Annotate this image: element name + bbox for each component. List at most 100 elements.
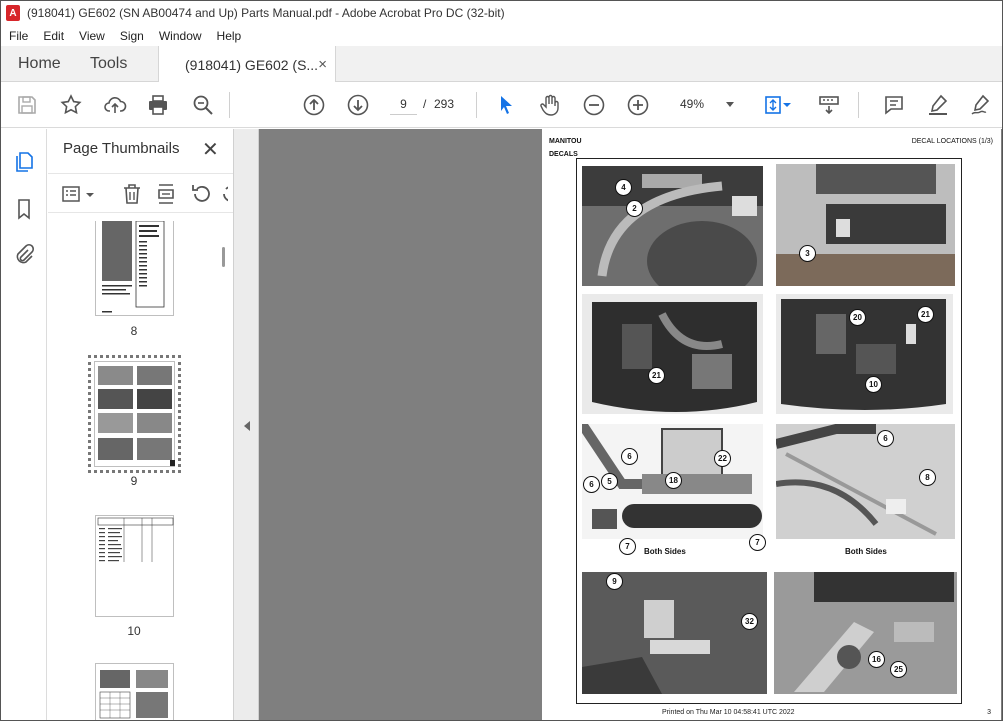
rotate-page-icon[interactable] — [189, 182, 213, 206]
sign-icon[interactable] — [969, 93, 993, 117]
page-header-right: DECAL LOCATIONS (1/3) — [911, 138, 993, 145]
caption-both-sides-left: Both Sides — [644, 547, 686, 556]
hand-icon[interactable] — [538, 93, 562, 117]
menu-file[interactable]: File — [3, 29, 34, 43]
caption-both-sides-right: Both Sides — [845, 547, 887, 556]
thumbnail-10-content — [97, 517, 174, 562]
menu-sign[interactable]: Sign — [114, 29, 150, 43]
thumbnail-page-11[interactable] — [95, 663, 174, 721]
thumbnail-label-8: 8 — [130, 324, 138, 338]
zoom-out-icon[interactable] — [582, 93, 606, 117]
zoom-in-icon[interactable] — [626, 93, 650, 117]
callout-18: 18 — [665, 472, 682, 489]
acrobat-icon: A — [6, 5, 20, 21]
callout-25: 25 — [890, 661, 907, 678]
title-bar: A (918041) GE602 (SN AB00474 and Up) Par… — [0, 0, 1003, 26]
toolbar — [0, 82, 1003, 128]
menu-edit[interactable]: Edit — [37, 29, 70, 43]
thumbnail-11-content — [99, 670, 168, 719]
thumbnail-8-content — [102, 220, 165, 313]
options-menu-icon[interactable] — [61, 182, 85, 206]
callout-32: 32 — [741, 613, 758, 630]
page-header-left: MANITOU — [549, 138, 582, 145]
callout-4: 4 — [615, 179, 632, 196]
highlight-icon[interactable] — [926, 93, 950, 117]
page-up-icon[interactable] — [302, 93, 326, 117]
callout-6-left: 6 — [583, 476, 600, 493]
thumbnail-toolbar — [48, 173, 233, 213]
page-number: 3 — [987, 709, 991, 716]
menu-window[interactable]: Window — [153, 29, 208, 43]
zoom-value: 49% — [680, 97, 705, 111]
menu-view[interactable]: View — [73, 29, 111, 43]
document-viewer[interactable]: MANITOU DECAL LOCATIONS (1/3) DECALS 4 2 — [259, 129, 1003, 721]
callout-3: 3 — [799, 245, 816, 262]
scroll-mode-icon[interactable] — [817, 93, 841, 117]
thumbnail-page-9[interactable] — [94, 361, 175, 467]
zoom-search-icon[interactable] — [191, 93, 215, 117]
bookmark-star-icon[interactable] — [59, 93, 83, 117]
callout-10: 10 — [865, 376, 882, 393]
fit-page-dropdown-icon[interactable] — [781, 93, 793, 117]
comment-icon[interactable] — [882, 93, 906, 117]
tab-document-label: (918041) GE602 (S... — [185, 56, 319, 73]
pdf-page: MANITOU DECAL LOCATIONS (1/3) DECALS 4 2 — [542, 129, 1001, 721]
callout-21-left: 21 — [648, 367, 665, 384]
extract-pages-icon[interactable] — [154, 182, 178, 206]
thumbnail-label-9: 9 — [130, 474, 138, 488]
menu-bar: File Edit View Sign Window Help — [0, 26, 1003, 46]
upload-icon[interactable] — [103, 93, 127, 117]
more-tools-icon[interactable] — [218, 182, 228, 206]
page-thumbnails-panel: Page Thumbnails ✕ 8 9 10 — [48, 129, 233, 721]
options-dropdown-icon[interactable] — [84, 182, 96, 206]
callout-5: 5 — [601, 473, 618, 490]
tab-document[interactable]: (918041) GE602 (S... × — [158, 46, 336, 83]
photo-control-panel — [776, 164, 955, 286]
tab-tools[interactable]: Tools — [72, 46, 158, 81]
menu-help[interactable]: Help — [211, 29, 248, 43]
tab-close-button[interactable]: × — [318, 56, 327, 73]
thumbnail-label-10: 10 — [127, 624, 141, 638]
callout-20: 20 — [849, 309, 866, 326]
panel-title: Page Thumbnails — [63, 140, 180, 157]
callout-16: 16 — [868, 651, 885, 668]
delete-page-icon[interactable] — [120, 182, 144, 206]
callout-8: 8 — [919, 469, 936, 486]
panel-splitter[interactable] — [233, 129, 259, 721]
callout-6-boom: 6 — [877, 430, 894, 447]
callout-7-left: 7 — [619, 538, 636, 555]
save-icon[interactable] — [15, 93, 39, 117]
thumbnail-page-8[interactable] — [95, 220, 174, 316]
callout-21-right: 21 — [917, 306, 934, 323]
current-page-input[interactable]: 9 — [390, 93, 417, 115]
thumbnail-9-content — [98, 366, 175, 466]
photo-decal-closeup — [582, 572, 767, 694]
chevron-down-icon — [726, 102, 734, 107]
tab-home[interactable]: Home — [0, 46, 72, 81]
attachments-icon[interactable] — [12, 243, 36, 267]
photo-cab-interior — [582, 166, 763, 286]
callout-7-right: 7 — [749, 534, 766, 551]
callout-2: 2 — [626, 200, 643, 217]
tab-bar: Home Tools (918041) GE602 (S... × — [0, 46, 1003, 83]
page-footer: Printed on Thu Mar 10 04:58:41 UTC 2022 — [662, 709, 795, 716]
zoom-select[interactable]: 49% — [668, 93, 742, 117]
section-title: DECALS — [549, 151, 578, 158]
thumbnail-page-10[interactable] — [95, 515, 174, 617]
navigation-rail — [0, 129, 47, 721]
select-cursor-icon[interactable] — [494, 93, 518, 117]
collapse-arrow-icon[interactable] — [244, 421, 250, 431]
bookmarks-icon[interactable] — [12, 197, 36, 221]
callout-6-top: 6 — [621, 448, 638, 465]
window-title: (918041) GE602 (SN AB00474 and Up) Parts… — [27, 6, 505, 20]
page-down-icon[interactable] — [346, 93, 370, 117]
thumbnails-scrollbar[interactable] — [222, 247, 225, 267]
page-separator: / — [423, 97, 427, 111]
callout-9: 9 — [606, 573, 623, 590]
photo-engine-left — [582, 294, 763, 414]
close-panel-button[interactable]: ✕ — [202, 137, 219, 162]
figure-frame: 4 2 3 21 20 21 10 6 22 5 18 6 7 7 Both S… — [576, 158, 962, 704]
print-icon[interactable] — [146, 93, 170, 117]
page-thumbnails-icon[interactable] — [12, 150, 36, 174]
callout-22: 22 — [714, 450, 731, 467]
